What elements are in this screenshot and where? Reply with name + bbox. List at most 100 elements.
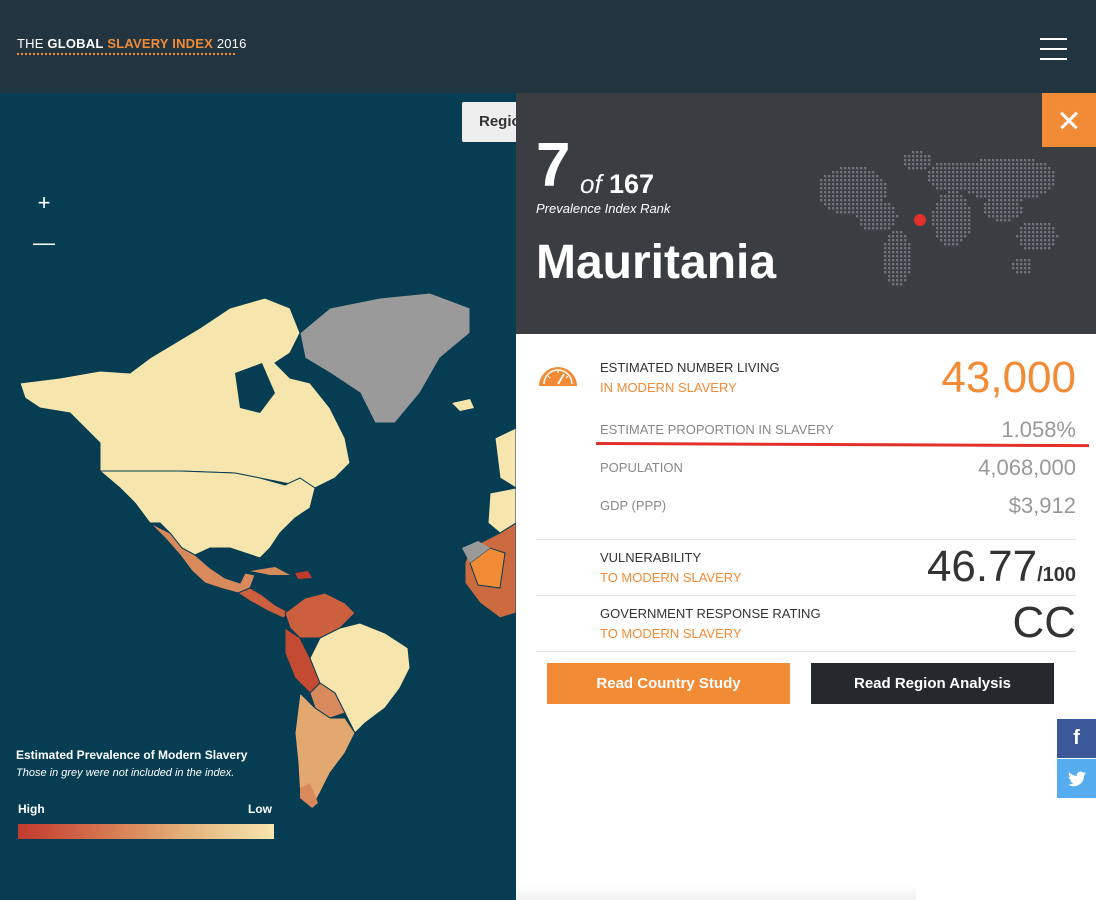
gdp-value: $3,912: [1008, 493, 1076, 518]
minimap-dot: [828, 191, 831, 194]
site-logo[interactable]: THE GLOBAL SLAVERY INDEX 2016: [17, 36, 247, 51]
minimap-dot: [1028, 239, 1031, 242]
minimap-dot: [1020, 259, 1023, 262]
minimap-dot: [1000, 179, 1003, 182]
world-map[interactable]: Regio + — Estimated Prevalence of Modern…: [0, 93, 516, 900]
minimap-dot: [964, 175, 967, 178]
minimap-dot: [1036, 231, 1039, 234]
minimap-dot: [892, 251, 895, 254]
minimap-dot: [948, 223, 951, 226]
minimap-dot: [940, 215, 943, 218]
minimap-dot: [1004, 159, 1007, 162]
twitter-share-icon[interactable]: [1057, 759, 1096, 798]
minimap-dot: [1048, 183, 1051, 186]
read-country-study-button[interactable]: Read Country Study: [547, 663, 790, 704]
minimap-dot: [968, 163, 971, 166]
minimap-dot: [852, 203, 855, 206]
minimap-dot: [1048, 223, 1051, 226]
minimap-dot: [892, 259, 895, 262]
minimap-dot: [952, 191, 955, 194]
minimap-dot: [832, 179, 835, 182]
minimap-dot: [820, 199, 823, 202]
minimap-dot: [1020, 171, 1023, 174]
minimap-dot: [840, 179, 843, 182]
minimap-dot: [824, 175, 827, 178]
minimap-dot: [972, 179, 975, 182]
minimap-dot: [932, 167, 935, 170]
read-region-analysis-button[interactable]: Read Region Analysis: [811, 663, 1054, 704]
minimap-dot: [960, 223, 963, 226]
minimap-dot: [1032, 223, 1035, 226]
minimap-dot: [884, 263, 887, 266]
country-panel-header: 7 of 167 Prevalence Index Rank Mauritani…: [516, 93, 1096, 334]
proportion-label: ESTIMATE PROPORTION IN SLAVERY: [600, 422, 834, 437]
minimap-dot: [1056, 235, 1059, 238]
minimap-dot: [984, 207, 987, 210]
rank-number: 7: [536, 131, 571, 200]
minimap-dot: [848, 207, 851, 210]
minimap-dot: [936, 179, 939, 182]
minimap-dot: [888, 223, 891, 226]
minimap-dot: [872, 199, 875, 202]
minimap-dot: [892, 279, 895, 282]
legend-low-label: Low: [248, 802, 272, 816]
minimap-dot: [936, 235, 939, 238]
minimap-dot: [1004, 191, 1007, 194]
minimap-dot: [920, 167, 923, 170]
minimap-dot: [840, 167, 843, 170]
minimap-dot: [836, 191, 839, 194]
minimap-dot: [884, 243, 887, 246]
minimap-dot: [908, 159, 911, 162]
minimap-dot: [940, 163, 943, 166]
minimap-dot: [996, 215, 999, 218]
minimap-dot: [1028, 235, 1031, 238]
minimap-dot: [864, 207, 867, 210]
facebook-share-icon[interactable]: f: [1057, 719, 1096, 758]
minimap-dot: [884, 195, 887, 198]
minimap-dot: [1032, 243, 1035, 246]
minimap-dot: [944, 223, 947, 226]
minimap-dot: [984, 187, 987, 190]
minimap-dot: [952, 195, 955, 198]
minimap-dot: [1008, 199, 1011, 202]
minimap-dot: [984, 211, 987, 214]
minimap-dot: [860, 215, 863, 218]
minimap-dot: [952, 211, 955, 214]
minimap-dot: [936, 171, 939, 174]
zoom-out-button[interactable]: —: [32, 231, 56, 255]
zoom-in-button[interactable]: +: [32, 191, 56, 215]
close-icon[interactable]: [1042, 93, 1096, 147]
minimap-dot: [860, 223, 863, 226]
minimap-dot: [856, 199, 859, 202]
minimap-dot: [884, 251, 887, 254]
minimap-dot: [1020, 235, 1023, 238]
minimap-dot: [960, 179, 963, 182]
region-select-button[interactable]: Regio: [462, 102, 516, 142]
minimap-dot: [900, 279, 903, 282]
minimap-dot: [852, 167, 855, 170]
minimap-dot: [972, 167, 975, 170]
minimap-dot: [824, 199, 827, 202]
minimap-dot: [896, 259, 899, 262]
minimap-dot: [956, 215, 959, 218]
minimap-dot: [1036, 163, 1039, 166]
minimap-dot: [1048, 231, 1051, 234]
minimap-dot: [852, 175, 855, 178]
minimap-dot: [1044, 175, 1047, 178]
minimap-dot: [860, 171, 863, 174]
minimap-dot: [840, 175, 843, 178]
minimap-dot: [1036, 175, 1039, 178]
minimap-dot: [944, 167, 947, 170]
minimap-dot: [1040, 171, 1043, 174]
minimap-dot: [1044, 239, 1047, 242]
minimap-dot: [864, 203, 867, 206]
minimap-dot: [944, 203, 947, 206]
minimap-dot: [948, 227, 951, 230]
hamburger-menu-icon[interactable]: [1040, 38, 1067, 62]
minimap-dot: [864, 187, 867, 190]
minimap-dot: [952, 163, 955, 166]
minimap-dot: [1044, 243, 1047, 246]
minimap-dot: [952, 203, 955, 206]
minimap-dot: [940, 195, 943, 198]
minimap-dot: [868, 187, 871, 190]
